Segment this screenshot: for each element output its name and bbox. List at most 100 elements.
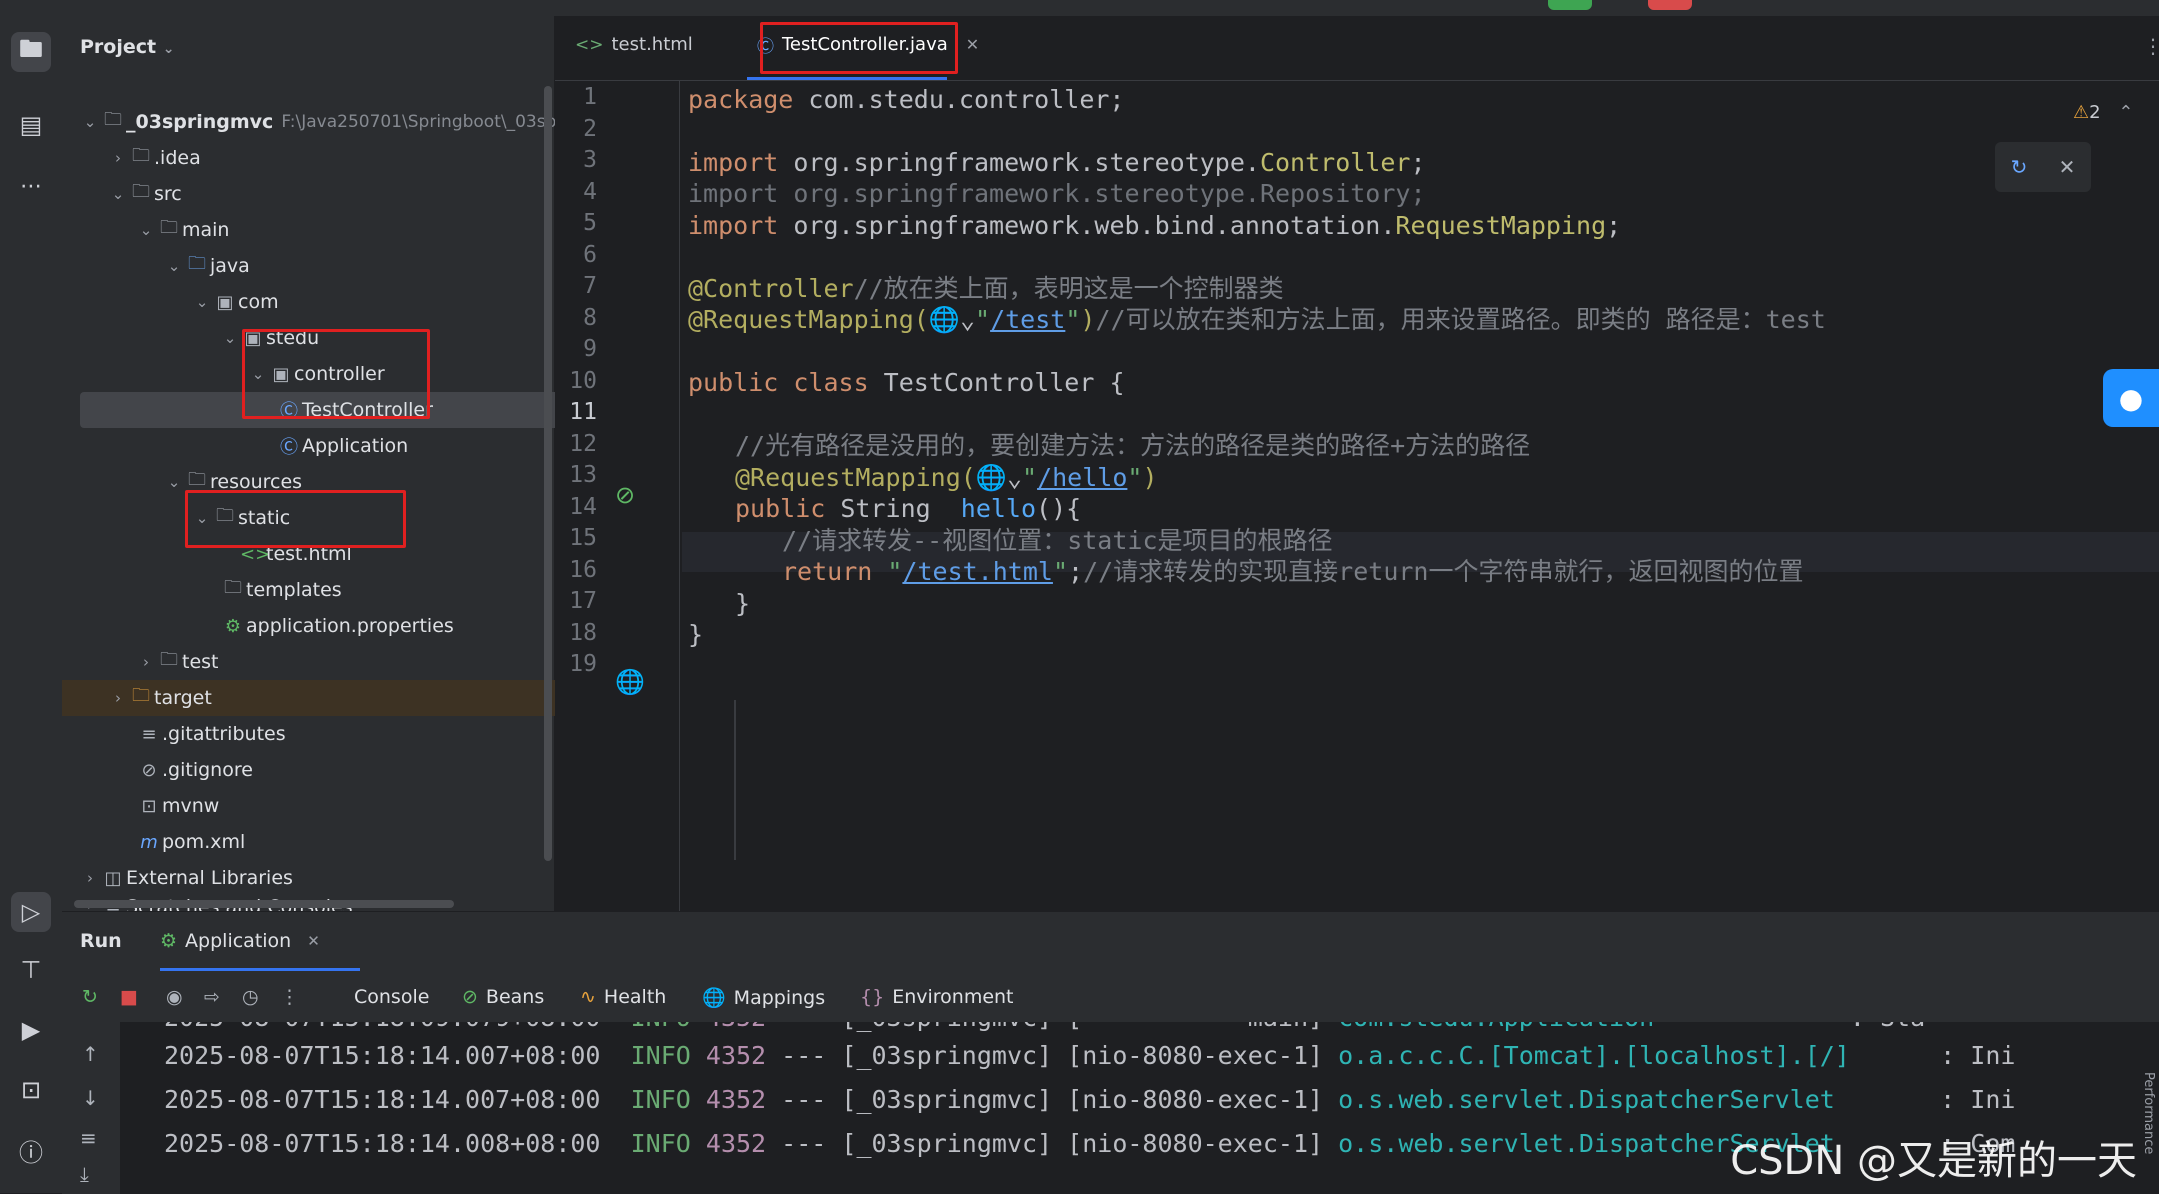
tab-test-html[interactable]: <> test.html [575, 34, 693, 55]
arrow-up-icon[interactable]: ↑ [82, 1042, 99, 1066]
project-title[interactable]: Project ⌄ [80, 36, 174, 58]
editor-area: <> test.html Ⓒ TestController.java ✕ ⋮ 1… [555, 16, 2159, 911]
spring-bean-gutter-icon[interactable]: ⊘ [615, 481, 635, 509]
highlight-box-static [185, 490, 406, 548]
globe-icon[interactable]: 🌐⌄ [929, 305, 975, 334]
tree-item-mvnw[interactable]: ⊡ mvnw [62, 788, 616, 824]
soft-wrap-icon[interactable]: ≡ [80, 1126, 97, 1150]
performance-tab[interactable]: Performance [2141, 1072, 2156, 1154]
run-indicator[interactable] [1548, 0, 1592, 10]
package-icon: ▣ [216, 291, 234, 313]
inspection-widget[interactable]: ⚠2 ⌃ [2073, 102, 2133, 123]
folder-icon: 🗀 [224, 577, 242, 598]
more-icon[interactable]: ⋯ [11, 166, 51, 206]
tree-root[interactable]: ⌄ 🗀 _03springmvc F:\Java250701\Springboo… [62, 104, 560, 140]
tree-item-src[interactable]: ⌄ 🗀 src [62, 176, 588, 212]
health-icon: ∿ [580, 986, 596, 1008]
tree-label: java [210, 255, 250, 277]
tab-label: test.html [611, 34, 693, 55]
line-number: 10 [569, 367, 597, 394]
run-tab-application[interactable]: ⚙ Application ✕ [160, 930, 320, 952]
chevron-down-icon: ⌄ [223, 329, 237, 347]
text-file-icon: ≡ [141, 723, 157, 745]
line-number: 18 [569, 619, 597, 646]
warning-count: 2 [2089, 102, 2101, 123]
rerun-icon[interactable]: ↻ [82, 986, 106, 1008]
watermark: CSDN @又是新的一天 [1730, 1138, 2137, 1184]
run-tab-label: Application [185, 930, 292, 952]
tab-beans[interactable]: ⊘ Beans [462, 986, 544, 1008]
close-icon[interactable]: ✕ [966, 35, 979, 54]
line-number: 8 [583, 304, 597, 331]
warning-icon: ⚠ [2073, 102, 2090, 123]
problems-icon[interactable]: ⓘ [11, 1130, 51, 1170]
scroll-to-end-icon[interactable]: ⤓ [80, 1162, 89, 1186]
line-number: 4 [583, 178, 597, 205]
web-endpoint-gutter-icon[interactable]: 🌐 [615, 668, 645, 696]
tree-label: target [154, 687, 212, 709]
tree-item-external-libraries[interactable]: › ◫ External Libraries [62, 860, 560, 896]
tree-item-pom[interactable]: m pom.xml [62, 824, 616, 860]
tab-health[interactable]: ∿ Health [580, 986, 666, 1008]
line-number: 3 [583, 147, 597, 173]
assistant-badge-icon[interactable]: ● [2103, 369, 2159, 427]
tree-label: com [238, 291, 279, 313]
project-title-label: Project [80, 36, 157, 58]
mappings-label: Mappings [733, 986, 826, 1009]
stop-indicator[interactable] [1648, 0, 1692, 10]
tree-label: External Libraries [126, 867, 293, 889]
exit-icon[interactable]: ⇨ [204, 986, 228, 1008]
tree-label: Application [302, 435, 409, 457]
tab-environment[interactable]: {} Environment [860, 986, 1014, 1008]
globe-icon[interactable]: 🌐⌄ [976, 463, 1022, 492]
root-path: F:\Java250701\Springboot\_03sp [281, 112, 557, 132]
folder-icon: 🗀 [160, 217, 178, 238]
chevron-up-icon[interactable]: ⌃ [2118, 102, 2133, 123]
tree-item-gitattributes[interactable]: ≡ .gitattributes [62, 716, 616, 752]
structure-icon[interactable]: ▤ [11, 105, 51, 145]
close-icon[interactable]: ✕ [307, 932, 320, 950]
services-icon[interactable]: ▶ [11, 1010, 51, 1050]
line-number: 14 [569, 493, 597, 520]
project-h-scrollbar[interactable] [74, 900, 454, 908]
run-panel: Run ⚙ Application ✕ ↻ ■ ◉ ⇨ ◷ ⋮ Console … [62, 911, 2159, 1194]
tree-item-main[interactable]: ⌄ 🗀 main [62, 212, 616, 248]
tree-item-idea[interactable]: › 🗀 .idea [62, 140, 588, 176]
build-icon[interactable]: ⊤ [11, 950, 51, 990]
reload-maven-icon[interactable]: ↻ [2011, 155, 2028, 179]
tree-item-gitignore[interactable]: ⊘ .gitignore [62, 752, 616, 788]
tree-item-target[interactable]: › 🗀 target [62, 680, 600, 716]
chevron-right-icon: › [115, 689, 121, 707]
chevron-down-icon: ⌄ [111, 185, 125, 203]
folder-icon[interactable]: 🖿 [11, 32, 51, 72]
run-icon[interactable]: ▷ [11, 892, 51, 932]
source-folder-icon: 🗀 [188, 253, 206, 274]
project-scrollbar[interactable] [544, 86, 552, 861]
line-number: 5 [583, 210, 597, 236]
line-number: 1 [583, 84, 597, 110]
tab-console[interactable]: Console [354, 986, 429, 1008]
chevron-down-icon: ⌄ [195, 293, 209, 311]
folder-icon: 🗀 [132, 145, 150, 166]
tree-label: main [182, 219, 230, 241]
profiler-icon[interactable]: ◷ [242, 986, 267, 1008]
code-area[interactable]: package com.stedu.controller; import org… [682, 80, 2159, 911]
tree-label: templates [246, 579, 342, 601]
chevron-right-icon: › [87, 869, 93, 887]
terminal-icon[interactable]: ⊡ [11, 1070, 51, 1110]
highlight-box-tab [760, 22, 958, 74]
indent-guide [734, 700, 736, 860]
more-vertical-icon[interactable]: ⋮ [2143, 34, 2159, 58]
camera-icon[interactable]: ◉ [166, 986, 191, 1008]
close-icon[interactable]: ✕ [2059, 155, 2076, 179]
more-icon[interactable]: ⋮ [280, 986, 307, 1008]
run-tabs: Run ⚙ Application ✕ [62, 912, 2159, 972]
tab-mappings[interactable]: 🌐 Mappings [702, 986, 826, 1010]
tree-label: test [182, 651, 219, 673]
beans-label: Beans [485, 986, 545, 1008]
chevron-down-icon: ⌄ [167, 257, 181, 275]
stop-icon[interactable]: ■ [120, 986, 146, 1008]
arrow-down-icon[interactable]: ↓ [82, 1086, 99, 1110]
tree-label: .gitignore [162, 759, 253, 781]
tree-item-test[interactable]: › 🗀 test [62, 644, 616, 680]
